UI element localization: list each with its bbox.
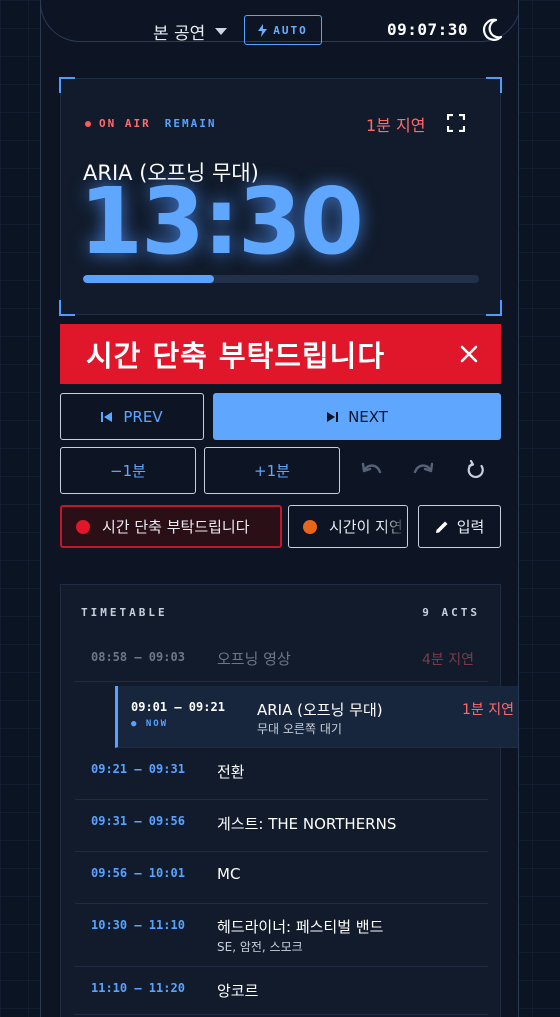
pencil-icon (435, 521, 448, 533)
prev-label: PREV (123, 407, 163, 426)
row-title: 전환 (217, 763, 245, 781)
redo-button[interactable] (409, 456, 437, 484)
timetable-header: TIMETABLE 9 ACTS (81, 606, 480, 619)
minus-label: −1분 (110, 462, 146, 480)
remaining-time: 13:30 (79, 168, 364, 275)
skip-next-icon (327, 411, 339, 422)
on-air-indicator: ON AIR REMAIN (85, 117, 217, 130)
delay-badge: 1분 지연 (366, 116, 426, 135)
corner-bracket (486, 77, 502, 93)
row-time: 09:01 – 09:21 (131, 700, 225, 714)
preset-message-button[interactable]: 시간 단축 부탁드립니다 (60, 505, 282, 548)
corner-bracket (59, 77, 75, 93)
next-label: NEXT (348, 407, 388, 426)
timetable-row-current[interactable]: 09:01 – 09:21 ● NOW ARIA (오프닝 무대) 무대 오른쪽… (115, 686, 518, 748)
row-title: 앙코르 (217, 982, 259, 1000)
top-bar: 본 공연 AUTO 09:07:30 (41, 0, 518, 62)
custom-input-button[interactable]: 입력 (418, 505, 501, 548)
row-time: 09:21 – 09:31 (91, 762, 185, 776)
show-selector[interactable]: 본 공연 (153, 19, 228, 44)
timetable-title: TIMETABLE (81, 606, 168, 619)
row-delay: 1분 지연 (462, 702, 514, 718)
corner-bracket (59, 300, 75, 316)
auto-toggle-button[interactable]: AUTO (244, 15, 322, 45)
redo-icon (413, 462, 434, 474)
caret-down-icon (215, 28, 228, 35)
row-time: 08:58 – 09:03 (91, 650, 185, 664)
lightning-icon (258, 23, 268, 37)
live-dot-icon (85, 120, 91, 127)
plus-label: +1분 (254, 462, 290, 480)
input-label: 입력 (456, 518, 485, 536)
on-air-label: ON AIR (99, 117, 151, 130)
now-label: NOW (145, 719, 169, 729)
undo-button[interactable] (358, 456, 386, 484)
now-tag: ● NOW (131, 719, 169, 729)
fullscreen-icon[interactable] (447, 114, 465, 132)
red-dot-icon (76, 519, 90, 534)
next-button[interactable]: NEXT (213, 393, 501, 440)
row-time: 09:31 – 09:56 (91, 814, 185, 828)
reset-button[interactable] (462, 456, 490, 484)
row-subtitle: SE, 암전, 스모크 (217, 940, 303, 954)
timetable-row[interactable]: 11:10 – 11:20 앙코르 (75, 967, 488, 1015)
timetable-row[interactable]: 09:21 – 09:31 전환 (75, 748, 488, 800)
row-time: 10:30 – 11:10 (91, 918, 185, 932)
row-time: 11:10 – 11:20 (91, 981, 185, 995)
prev-button[interactable]: PREV (60, 393, 204, 440)
auto-label: AUTO (273, 23, 308, 37)
close-icon[interactable] (455, 338, 483, 370)
overflow-fade (383, 506, 407, 547)
row-title: MC (217, 865, 241, 883)
remain-label: REMAIN (164, 117, 217, 130)
act-count: 9 ACTS (422, 606, 480, 619)
moon-icon[interactable] (481, 18, 503, 42)
preset-message-button[interactable]: 시간이 지연 (288, 505, 408, 548)
plus-one-minute-button[interactable]: +1분 (204, 447, 340, 494)
row-delay: 4분 지연 (422, 652, 474, 668)
row-time: 09:56 – 10:01 (91, 866, 185, 880)
corner-bracket (486, 300, 502, 316)
row-subtitle: 무대 오른쪽 대기 (257, 722, 342, 736)
progress-fill (83, 275, 214, 283)
progress-bar (83, 275, 479, 283)
timetable-row[interactable]: 09:31 – 09:56 게스트: THE NORTHERNS (75, 800, 488, 852)
undo-icon (361, 462, 382, 474)
show-selector-label: 본 공연 (153, 24, 206, 44)
timer-panel: ON AIR REMAIN 1분 지연 ARIA (오프닝 무대) 13:30 (59, 77, 502, 316)
alert-message: 시간 단축 부탁드립니다 (86, 339, 385, 373)
preset-label: 시간 단축 부탁드립니다 (102, 518, 250, 536)
skip-previous-icon (101, 411, 113, 422)
current-clock: 09:07:30 (387, 20, 469, 39)
app-frame: 본 공연 AUTO 09:07:30 ON AIR REMAIN 1분 지연 A… (40, 0, 519, 1017)
row-title: ARIA (오프닝 무대) (257, 701, 383, 719)
row-title: 게스트: THE NORTHERNS (217, 815, 397, 833)
alert-banner: 시간 단축 부탁드립니다 (60, 324, 501, 384)
orange-dot-icon (303, 519, 317, 534)
minus-one-minute-button[interactable]: −1분 (60, 447, 196, 494)
row-title: 오프닝 영상 (217, 650, 291, 668)
timetable-panel: TIMETABLE 9 ACTS 08:58 – 09:03 오프닝 영상 4분… (60, 584, 518, 1017)
row-title: 헤드라이너: 페스티벌 밴드 (217, 918, 384, 936)
refresh-icon (467, 460, 484, 479)
timetable-row[interactable]: 08:58 – 09:03 오프닝 영상 4분 지연 (75, 635, 488, 682)
timetable-row[interactable]: 09:56 – 10:01 MC (75, 852, 488, 904)
timetable-row[interactable]: 10:30 – 11:10 헤드라이너: 페스티벌 밴드 SE, 암전, 스모크 (75, 904, 488, 967)
